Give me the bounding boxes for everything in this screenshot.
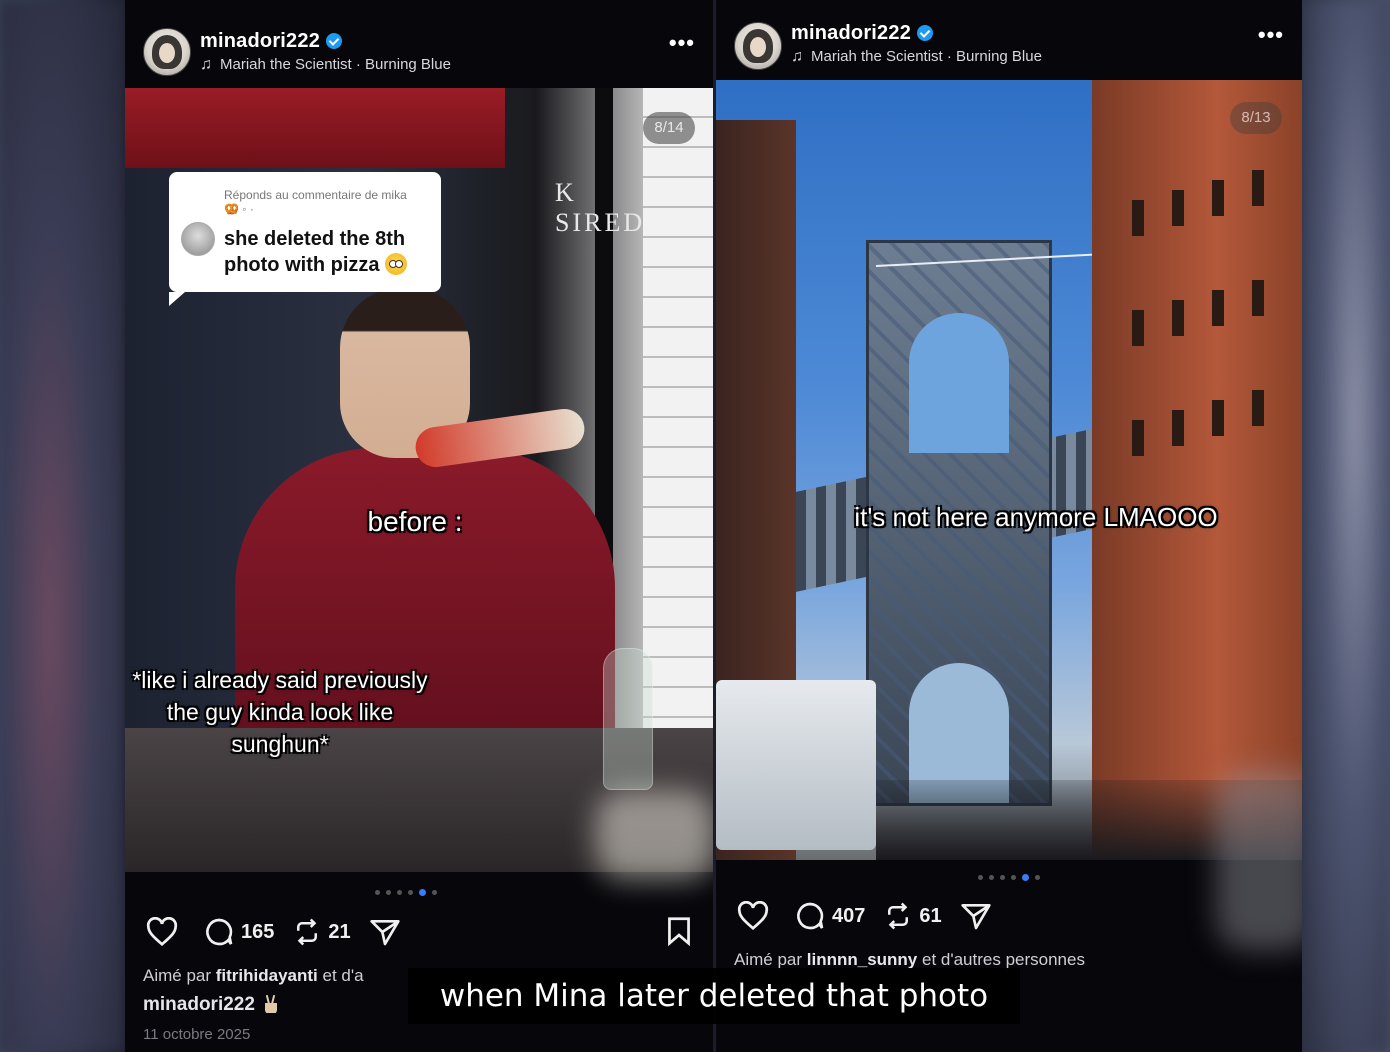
bookmark-icon xyxy=(668,917,690,947)
music-line[interactable]: ♫ Mariah the Scientist · Burning Blue xyxy=(200,56,451,74)
reply-avatar xyxy=(181,222,215,256)
liked-by[interactable]: Aimé par fitrihidayanti et d'a xyxy=(143,966,364,986)
verified-icon xyxy=(917,25,934,41)
repost-icon xyxy=(297,918,318,946)
blur-patch xyxy=(595,790,713,880)
post-date: 11 octobre 2025 xyxy=(143,1026,251,1043)
share-button[interactable] xyxy=(369,917,407,947)
comment-button[interactable]: 165 xyxy=(203,916,274,948)
post-header: minadori222 ♫ Mariah the Scientist · Burn… xyxy=(716,0,1302,88)
post-header: minadori222 ♫ Mariah the Scientist · Burn… xyxy=(125,0,713,88)
comment-icon xyxy=(206,918,233,946)
repost-icon xyxy=(888,902,909,930)
action-bar: 407 61 xyxy=(736,896,1016,936)
flushed-emoji-icon xyxy=(385,253,408,275)
heart-icon xyxy=(146,917,178,947)
carousel-dots xyxy=(375,889,437,897)
overlay-text-before: before : xyxy=(367,506,463,537)
reply-text: she deleted the 8th photo with pizza xyxy=(224,228,408,276)
bookmark-button[interactable] xyxy=(665,916,693,951)
comment-count: 407 xyxy=(832,904,866,927)
music-note-icon: ♫ xyxy=(791,48,803,65)
reply-comment-bubble: Réponds au commentaire de mika 🥨 ◦ · she… xyxy=(169,172,441,306)
overlay-text-caption: *like i already said previously the guy … xyxy=(132,667,428,757)
more-icon[interactable]: ••• xyxy=(1258,22,1284,48)
username[interactable]: minadori222 xyxy=(791,22,934,45)
liked-by[interactable]: Aimé par linnnn_sunny et d'autres person… xyxy=(734,950,1085,970)
comment-count: 165 xyxy=(241,920,275,943)
comment-icon xyxy=(797,902,824,930)
post-left: minadori222 ♫ Mariah the Scientist · Burn… xyxy=(125,0,713,1052)
music-note-icon: ♫ xyxy=(200,56,212,73)
post-photo[interactable]: K SIRED 8/14 Réponds au commentaire de m… xyxy=(125,88,713,872)
repost-button[interactable]: 21 xyxy=(292,917,351,947)
share-button[interactable] xyxy=(960,901,998,931)
blur-patch xyxy=(1216,770,1302,950)
share-icon xyxy=(369,920,400,946)
comment-button[interactable]: 407 xyxy=(794,900,865,932)
like-button[interactable] xyxy=(736,901,776,931)
verified-icon xyxy=(326,33,343,49)
blurred-background-right xyxy=(1302,0,1390,1052)
post-right: minadori222 ♫ Mariah the Scientist · Burn… xyxy=(716,0,1302,1052)
blurred-background-left xyxy=(0,0,125,1052)
repost-count: 21 xyxy=(328,920,351,943)
repost-count: 61 xyxy=(919,904,942,927)
overlay-text: it's not here anymore LMAOOO xyxy=(854,502,1218,532)
avatar[interactable] xyxy=(143,28,191,76)
caption: minadori222 xyxy=(143,994,279,1016)
carousel-dots xyxy=(978,874,1040,882)
action-bar: 165 21 xyxy=(145,912,425,952)
reply-meta: Réponds au commentaire de mika 🥨 ◦ · xyxy=(224,188,407,216)
heart-icon xyxy=(737,901,769,931)
food-truck xyxy=(716,680,876,850)
more-icon[interactable]: ••• xyxy=(669,30,695,56)
username[interactable]: minadori222 xyxy=(200,30,343,53)
awning xyxy=(125,88,505,168)
avatar[interactable] xyxy=(734,22,782,70)
photo-counter: 8/13 xyxy=(1230,102,1282,134)
glass-bottle xyxy=(603,648,653,790)
post-photo[interactable]: 8/13 it's not here anymore LMAOOO xyxy=(716,80,1302,860)
video-subtitle: when Mina later deleted that photo xyxy=(408,968,1020,1024)
photo-counter: 8/14 xyxy=(643,112,695,144)
music-line[interactable]: ♫ Mariah the Scientist · Burning Blue xyxy=(791,48,1042,66)
share-icon xyxy=(960,904,991,930)
peace-emoji-icon xyxy=(263,995,279,1014)
storefront-sign: K SIRED xyxy=(555,178,646,237)
building-right xyxy=(1092,80,1302,860)
like-button[interactable] xyxy=(145,917,185,947)
repost-button[interactable]: 61 xyxy=(883,901,942,931)
